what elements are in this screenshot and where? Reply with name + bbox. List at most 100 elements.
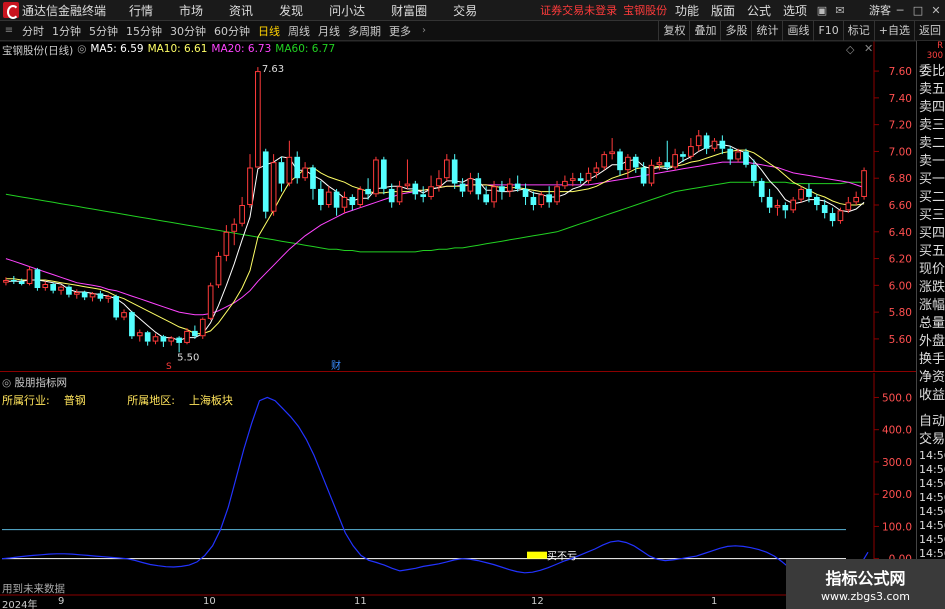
menu-formula[interactable]: 公式 bbox=[741, 2, 777, 19]
candle-body bbox=[270, 162, 277, 212]
candle-body bbox=[735, 151, 741, 160]
candle bbox=[81, 290, 88, 301]
ma20-line bbox=[5, 161, 865, 316]
candle bbox=[341, 191, 348, 214]
quote-panel: R 300 委比 卖五 卖四 卖三 卖二 卖一 买一 买二 买三 买四 买五 现价 涨跌 涨幅 总量 外盘 换手… bbox=[916, 41, 945, 609]
period-15min[interactable]: 15分钟 bbox=[122, 23, 166, 39]
candle bbox=[50, 282, 57, 294]
low-annotation: 5.50 bbox=[177, 352, 199, 363]
candle-body bbox=[341, 196, 348, 208]
candlestick-chart[interactable]: 7.60 7.40 7.20 7.00 6.80 6.60 6.40 6.20 6.00 5.80… bbox=[0, 41, 916, 371]
menu-wealth[interactable]: 财富圈 bbox=[378, 2, 440, 19]
tool-add-favorite[interactable]: +自选 bbox=[873, 21, 914, 41]
period-multi[interactable]: 多周期 bbox=[344, 23, 385, 39]
quote-label-17: 净资 bbox=[919, 370, 945, 385]
date-tick-oct: 10 bbox=[203, 596, 216, 607]
period-5min[interactable]: 5分钟 bbox=[85, 23, 122, 39]
tool-stats[interactable]: 统计 bbox=[751, 21, 782, 41]
tool-draw[interactable]: 画线 bbox=[782, 21, 813, 41]
candle bbox=[766, 188, 773, 214]
menu-layout[interactable]: 版面 bbox=[705, 2, 741, 19]
menu-ask[interactable]: 问小达 bbox=[316, 2, 378, 19]
panel-top-num: 300 bbox=[926, 51, 943, 61]
candle bbox=[97, 290, 104, 302]
close-icon[interactable]: ✕ bbox=[927, 4, 945, 17]
region-label: 所属地区: bbox=[127, 394, 175, 407]
candle-body bbox=[727, 148, 734, 160]
tool-multi-stock[interactable]: 多股 bbox=[720, 21, 751, 41]
date-tick-year: 2024年 bbox=[2, 600, 38, 609]
menu-market[interactable]: 市场 bbox=[166, 2, 216, 19]
quote-label-1: 卖五 bbox=[919, 82, 945, 97]
candle bbox=[475, 172, 482, 200]
menu-trade[interactable]: 交易 bbox=[440, 2, 490, 19]
tick-time-1: 14:56 bbox=[919, 463, 945, 476]
period-weekly[interactable]: 周线 bbox=[284, 23, 314, 39]
candle bbox=[388, 183, 395, 208]
period-tick[interactable]: 分时 bbox=[18, 23, 48, 39]
minimize-icon[interactable]: ─ bbox=[891, 4, 909, 17]
toolbar-menu-icon[interactable]: ≡ bbox=[0, 25, 18, 36]
candle-body bbox=[569, 178, 576, 181]
tool-adjust[interactable]: 复权 bbox=[658, 21, 689, 41]
tool-overlay[interactable]: 叠加 bbox=[689, 21, 720, 41]
candle bbox=[412, 180, 419, 200]
ma60-label: MA60: 6.77 bbox=[275, 43, 336, 55]
candle-body bbox=[10, 279, 17, 282]
candle bbox=[443, 154, 450, 181]
candle-body bbox=[743, 151, 749, 165]
pane-separator[interactable] bbox=[0, 371, 916, 372]
indicator-settings-icon[interactable]: ◎ bbox=[2, 377, 11, 389]
settings-icon[interactable]: ◎ bbox=[77, 43, 86, 58]
period-30min[interactable]: 30分钟 bbox=[166, 23, 210, 39]
chevron-right-icon[interactable]: › bbox=[415, 25, 433, 36]
skin-icon[interactable]: ▣ bbox=[813, 4, 831, 17]
s-marker[interactable]: S bbox=[166, 362, 172, 371]
quote-label-8: 买三 bbox=[919, 208, 945, 223]
period-60min[interactable]: 60分钟 bbox=[210, 23, 254, 39]
candle bbox=[152, 333, 159, 345]
guest-user[interactable]: 游客 bbox=[869, 2, 891, 18]
mail-icon[interactable]: ✉ bbox=[831, 4, 849, 17]
candle-body bbox=[278, 162, 285, 184]
candle bbox=[711, 138, 718, 152]
login-status[interactable]: 证券交易未登录 bbox=[540, 2, 617, 18]
chart-close-icon[interactable]: ✕ bbox=[864, 42, 873, 55]
candle-body bbox=[310, 167, 316, 189]
menu-quotes[interactable]: 行情 bbox=[116, 2, 166, 19]
indicator-chart[interactable]: 500.0400.0300.0200.0100.00.00 买不亏 bbox=[0, 373, 916, 609]
tool-f10[interactable]: F10 bbox=[813, 21, 842, 41]
candle-body bbox=[601, 154, 608, 168]
candle bbox=[695, 130, 702, 152]
candle bbox=[514, 175, 521, 192]
candle bbox=[404, 159, 411, 189]
menu-news[interactable]: 资讯 bbox=[216, 2, 266, 19]
ma10-line-group bbox=[5, 149, 865, 335]
indicator-tick-label: 200.0 bbox=[882, 489, 912, 501]
tool-back[interactable]: 返回 bbox=[914, 21, 945, 41]
period-1min[interactable]: 1分钟 bbox=[48, 23, 85, 39]
date-tick-jan: 1 bbox=[711, 596, 718, 607]
indicator-info: 所属行业: 普钢 所属地区: 上海板块 bbox=[2, 392, 247, 408]
maximize-icon[interactable]: □ bbox=[909, 4, 927, 17]
tool-mark[interactable]: 标记 bbox=[842, 21, 874, 41]
tick-time-3: 14:56 bbox=[919, 491, 945, 504]
candle-body bbox=[231, 223, 238, 232]
candles-group bbox=[3, 67, 867, 353]
menu-function[interactable]: 功能 bbox=[669, 2, 705, 19]
finance-marker[interactable]: 财 bbox=[331, 359, 341, 371]
candle-body bbox=[396, 186, 403, 203]
panel-top: R 300 bbox=[917, 41, 945, 63]
candle-body bbox=[136, 332, 143, 337]
candle-body bbox=[302, 167, 308, 179]
candle-body bbox=[656, 162, 663, 165]
chart-settings-icon[interactable]: ◇ bbox=[846, 43, 854, 56]
menu-discover[interactable]: 发现 bbox=[266, 2, 316, 19]
candle-body bbox=[50, 284, 57, 291]
period-more[interactable]: 更多 bbox=[385, 23, 415, 39]
period-monthly[interactable]: 月线 bbox=[314, 23, 344, 39]
candle bbox=[601, 151, 608, 171]
candle bbox=[499, 180, 505, 200]
menu-options[interactable]: 选项 bbox=[777, 2, 813, 19]
period-daily[interactable]: 日线 bbox=[254, 23, 284, 39]
